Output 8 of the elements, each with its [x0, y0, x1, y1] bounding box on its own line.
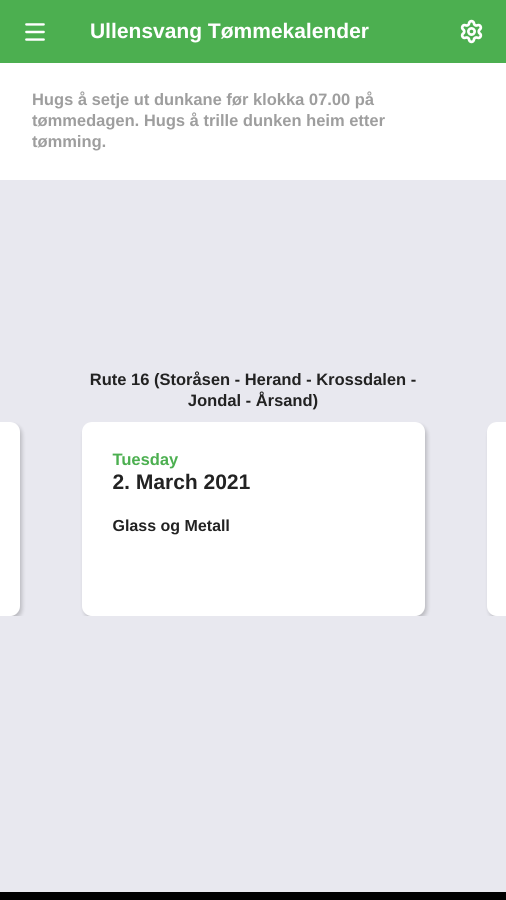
date-label: 2. March 2021: [112, 470, 250, 496]
waste-type-label: Glass og Metall: [112, 517, 230, 537]
date-card[interactable]: Tuesday 2. March 2021 Glass og Metall: [82, 422, 424, 616]
weekday-label: Tuesday: [112, 450, 178, 470]
app-title: Ullensvang Tømmekalender: [90, 18, 370, 45]
settings-button[interactable]: [459, 19, 484, 44]
route-title: Rute 16 (Storåsen - Herand - Krossdalen - Jondal - Årsand): [88, 370, 418, 412]
notice-text: Hugs å setje ut dunkane før klokka 07.00 på tømmedagen. Hugs å trille dunken heim etter tømming.: [32, 90, 386, 153]
